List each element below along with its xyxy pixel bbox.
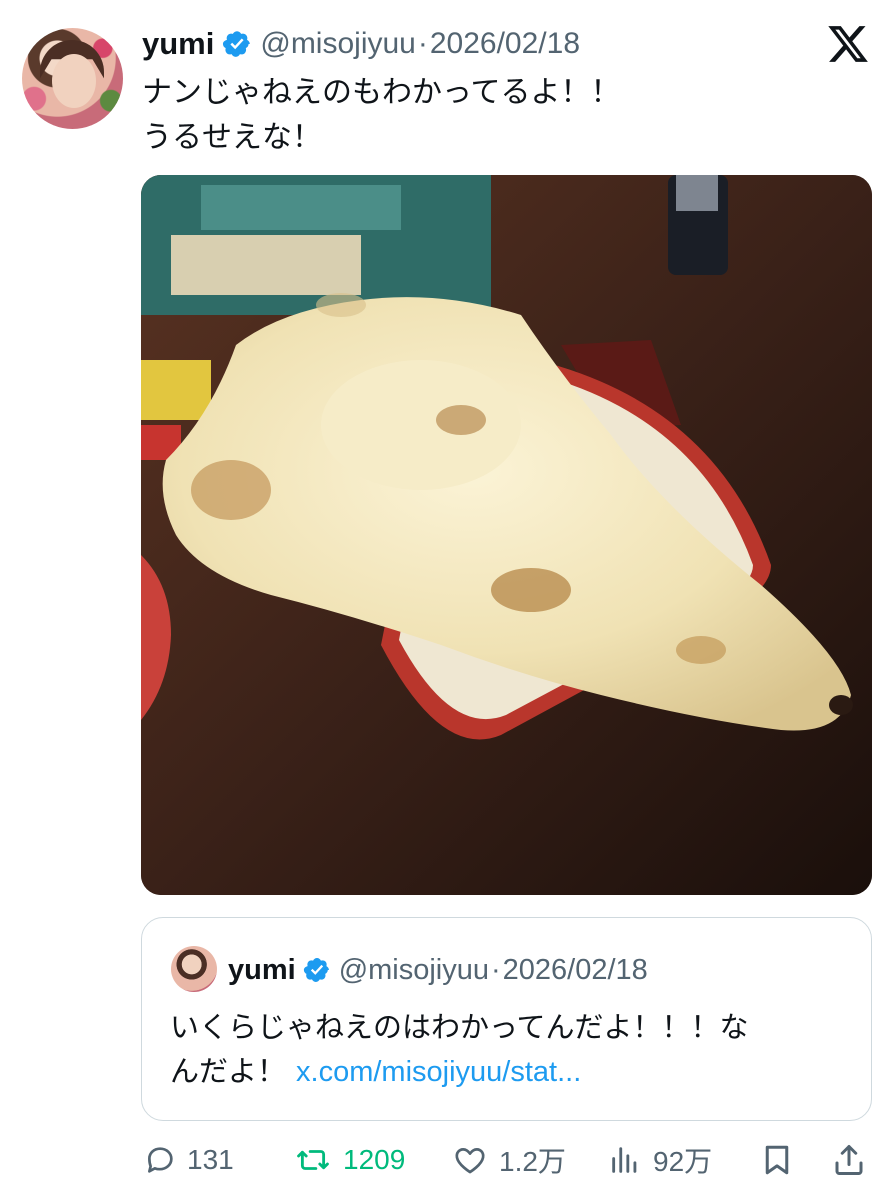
- views-icon: [612, 1147, 637, 1173]
- verified-badge-icon: [303, 958, 329, 982]
- quoted-text-line: いくらじゃねえのはわかってんだよ！！！な: [170, 1012, 749, 1044]
- quoted-post-header: yumi @misojiyuu · 2026/02/18: [228, 950, 648, 990]
- author-name[interactable]: yumi: [142, 26, 214, 62]
- repost-count: 1209: [343, 1144, 406, 1175]
- quoted-post[interactable]: yumi @misojiyuu · 2026/02/18 いくらじゃねえのはわか…: [141, 917, 872, 1121]
- quoted-text-line: んだよ！: [170, 1056, 287, 1088]
- reply-icon: [148, 1147, 173, 1173]
- share-button[interactable]: [831, 1138, 877, 1182]
- bookmark-button[interactable]: [759, 1138, 805, 1182]
- post-header: yumi @misojiyuu · 2026/02/18: [142, 24, 580, 64]
- author-handle[interactable]: @misojiyuu: [260, 27, 416, 61]
- like-button[interactable]: 1.2万: [451, 1138, 566, 1182]
- header-separator: ·: [417, 27, 428, 60]
- quoted-post-text: いくらじゃねえのはわかってんだよ！！！な んだよ！ x.com/misojiyuu…: [170, 1006, 850, 1094]
- quoted-header-separator: ·: [491, 953, 501, 986]
- bookmark-icon: [765, 1145, 789, 1175]
- share-icon: [835, 1145, 863, 1175]
- views-count: 92万: [653, 1146, 713, 1177]
- quoted-post-date[interactable]: 2026/02/18: [503, 954, 648, 987]
- quoted-author-handle[interactable]: @misojiyuu: [339, 954, 489, 987]
- post-image[interactable]: [141, 175, 872, 895]
- verified-badge-icon: [223, 31, 251, 57]
- like-count: 1.2万: [499, 1146, 566, 1177]
- naan-photo: [141, 175, 872, 895]
- reply-count: 131: [187, 1144, 234, 1175]
- quoted-author-name[interactable]: yumi: [228, 954, 296, 987]
- author-avatar[interactable]: [22, 28, 123, 129]
- post-text-line: ナンじゃねえのもわかってるよ！！: [142, 76, 621, 109]
- views-button[interactable]: 92万: [607, 1138, 712, 1182]
- post-text: ナンじゃねえのもわかってるよ！！ うるせえな！: [142, 70, 862, 160]
- action-bar: 131 1209 1.2万 92万: [141, 1138, 871, 1182]
- repost-button[interactable]: 1209: [293, 1138, 405, 1182]
- reply-button[interactable]: 131: [143, 1138, 234, 1182]
- quoted-author-avatar[interactable]: [171, 946, 217, 992]
- heart-icon: [455, 1148, 485, 1174]
- post-date[interactable]: 2026/02/18: [430, 27, 580, 61]
- quoted-post-link[interactable]: x.com/misojiyuu/stat...: [296, 1056, 581, 1088]
- repost-icon: [297, 1150, 329, 1170]
- post-text-line: うるせえな！: [142, 121, 322, 154]
- x-logo-icon[interactable]: [826, 22, 870, 66]
